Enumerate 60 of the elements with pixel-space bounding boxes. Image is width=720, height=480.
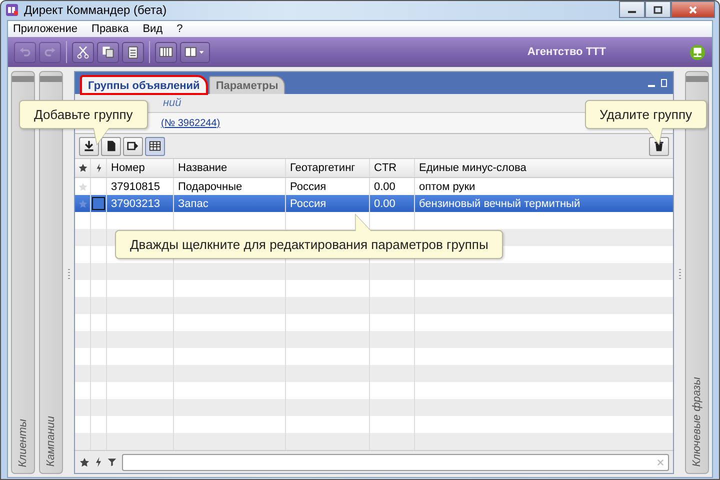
flash-icon (96, 163, 102, 173)
campaign-link[interactable]: (№ 3962244) (161, 118, 220, 128)
side-panel[interactable]: Клиенты (11, 71, 35, 474)
trash-icon (653, 140, 665, 152)
panel-label: Клиенты (17, 418, 29, 467)
filter-icon[interactable] (107, 457, 117, 467)
focus-marker (92, 197, 105, 210)
grip-handle[interactable] (12, 76, 34, 82)
cut-icon[interactable] (72, 42, 94, 62)
document-icon (105, 140, 117, 152)
star-icon[interactable] (78, 198, 88, 208)
table-cell-text: оптом руки (418, 180, 476, 194)
filter-field[interactable] (122, 454, 669, 470)
column-header[interactable]: Название (174, 159, 286, 177)
layout-icon (184, 45, 206, 59)
column-header[interactable]: Геотаргетинг (286, 159, 370, 177)
tab[interactable]: Параметры (208, 76, 286, 94)
menu-item[interactable]: Правка (92, 23, 129, 35)
table-cell: Россия (286, 195, 370, 212)
download-icon[interactable] (79, 136, 99, 156)
table-cell: 37903213 (107, 195, 174, 212)
minimize-button[interactable] (619, 1, 645, 18)
layout-dropdown[interactable] (180, 42, 210, 62)
network-icon (689, 44, 706, 60)
window-title: Директ Коммандер (бета) (24, 2, 167, 16)
close-button[interactable] (671, 1, 715, 18)
panel-label: Кампании (45, 416, 57, 467)
app-icon (5, 2, 19, 16)
grip-handle[interactable] (40, 76, 62, 82)
maximize-icon (653, 6, 663, 14)
menu-item[interactable]: Приложение (13, 23, 78, 35)
tab[interactable]: Группы объявлений (81, 76, 207, 94)
table-cell: 0.00 (370, 195, 415, 212)
close-icon (688, 6, 698, 14)
paste-icon[interactable] (122, 42, 144, 62)
breadcrumb-text: ний (163, 97, 182, 109)
copy-icon[interactable] (97, 42, 119, 62)
column-header[interactable]: CTR (370, 159, 415, 177)
maximize-button[interactable] (645, 1, 671, 18)
star-icon[interactable] (78, 182, 88, 192)
column-header[interactable]: Номер (107, 159, 174, 177)
menu-item[interactable]: ? (176, 23, 183, 35)
column-header[interactable]: Единые минус-слова (415, 159, 673, 177)
table-cell-text: бензиновый вечный термитный (418, 196, 582, 212)
menu-item[interactable]: Вид (142, 23, 163, 35)
columns-icon[interactable] (155, 42, 177, 62)
redo-icon[interactable] (39, 42, 61, 62)
grip-handle[interactable] (686, 76, 708, 82)
table-row[interactable]: 37903213 Запас Россия 0.00 бензиновый вечный термитный (75, 195, 673, 212)
star-filter-icon[interactable] (79, 456, 90, 468)
panel-maximize-icon[interactable] (661, 79, 667, 87)
star-icon (78, 163, 88, 173)
table-view-icon[interactable] (145, 136, 165, 156)
flash-filter-icon[interactable] (95, 457, 102, 467)
panel-label: Ключевые фразы (691, 377, 703, 467)
account-name: Агентство ТТТ (527, 46, 606, 58)
export-icon[interactable] (123, 136, 143, 156)
undo-icon[interactable] (14, 42, 36, 62)
new-group-button[interactable] (101, 136, 121, 156)
table-cell: Запас (174, 195, 286, 212)
